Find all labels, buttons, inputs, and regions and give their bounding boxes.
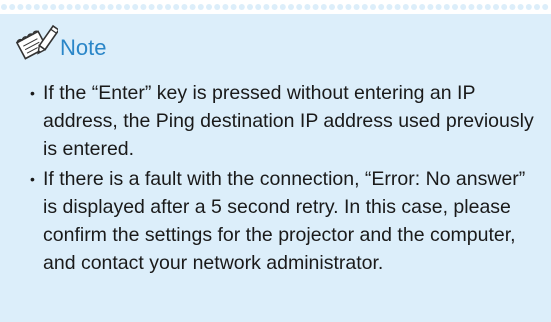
border-dot xyxy=(99,4,106,10)
bullet: • xyxy=(30,171,35,187)
note-title: Note xyxy=(60,35,107,60)
border-dot xyxy=(517,4,524,10)
border-dot xyxy=(427,4,434,10)
note-box: Note • If the “Enter” key is pressed wit… xyxy=(0,0,551,322)
border-dot xyxy=(476,4,483,10)
border-dot xyxy=(304,4,311,10)
border-dot xyxy=(411,4,417,10)
border-dot xyxy=(132,4,139,10)
border-dot xyxy=(288,4,294,10)
border-dot xyxy=(271,4,278,10)
border-dot xyxy=(181,4,188,10)
border-dot xyxy=(493,4,499,10)
border-dot xyxy=(534,4,540,10)
border-dot xyxy=(394,4,401,10)
border-dot xyxy=(74,4,81,10)
border-dot xyxy=(386,4,393,10)
border-dot xyxy=(378,4,385,10)
border-dot xyxy=(312,4,319,10)
note-item-text: If the “Enter” key is pressed without en… xyxy=(43,82,534,160)
border-dot xyxy=(435,4,442,10)
border-dot xyxy=(419,4,426,10)
bullet: • xyxy=(30,85,35,101)
border-dot xyxy=(156,4,163,10)
dotted-top-border xyxy=(0,0,551,14)
border-dot xyxy=(345,4,352,10)
border-dot xyxy=(197,4,204,10)
border-dot xyxy=(525,4,532,10)
border-dot xyxy=(17,4,24,10)
border-dot xyxy=(296,4,303,10)
border-dot xyxy=(124,4,130,10)
border-dot xyxy=(329,4,335,10)
border-dot xyxy=(279,4,286,10)
border-dot xyxy=(173,4,180,10)
border-dot xyxy=(353,4,360,10)
border-dot xyxy=(460,4,467,10)
border-dot xyxy=(25,4,32,10)
border-dot xyxy=(484,4,491,10)
border-dot xyxy=(33,4,40,10)
border-dot xyxy=(42,4,48,10)
border-dot xyxy=(189,4,196,10)
border-dot xyxy=(66,4,73,10)
border-dot xyxy=(320,4,327,10)
border-dot xyxy=(452,4,458,10)
border-dot xyxy=(238,4,245,10)
border-dot xyxy=(263,4,270,10)
note-list: • If the “Enter” key is pressed without … xyxy=(30,79,535,279)
border-dot xyxy=(83,4,89,10)
border-dot xyxy=(402,4,409,10)
border-dot xyxy=(230,4,237,10)
border-dot xyxy=(115,4,122,10)
border-dot xyxy=(58,4,65,10)
border-dot xyxy=(337,4,344,10)
border-dot xyxy=(255,4,262,10)
border-dot xyxy=(50,4,57,10)
border-dot xyxy=(501,4,508,10)
note-item-text: If there is a fault with the connection,… xyxy=(43,168,526,274)
border-dot xyxy=(107,4,114,10)
border-dot xyxy=(214,4,221,10)
border-dot xyxy=(206,4,212,10)
border-dot xyxy=(91,4,98,10)
border-dot xyxy=(148,4,155,10)
border-dot xyxy=(165,4,171,10)
border-dot xyxy=(509,4,516,10)
list-item: • If the “Enter” key is pressed without … xyxy=(30,79,535,163)
border-dot xyxy=(1,4,7,10)
border-dot xyxy=(542,4,549,10)
border-dot xyxy=(370,4,376,10)
border-dot xyxy=(140,4,147,10)
border-dot xyxy=(361,4,368,10)
pencil-note-icon xyxy=(15,24,58,60)
list-item: • If there is a fault with the connectio… xyxy=(30,165,535,277)
border-dot xyxy=(468,4,475,10)
note-header: Note xyxy=(14,22,106,62)
border-dot xyxy=(443,4,450,10)
border-dot xyxy=(247,4,253,10)
border-dot xyxy=(222,4,229,10)
border-dot xyxy=(9,4,16,10)
